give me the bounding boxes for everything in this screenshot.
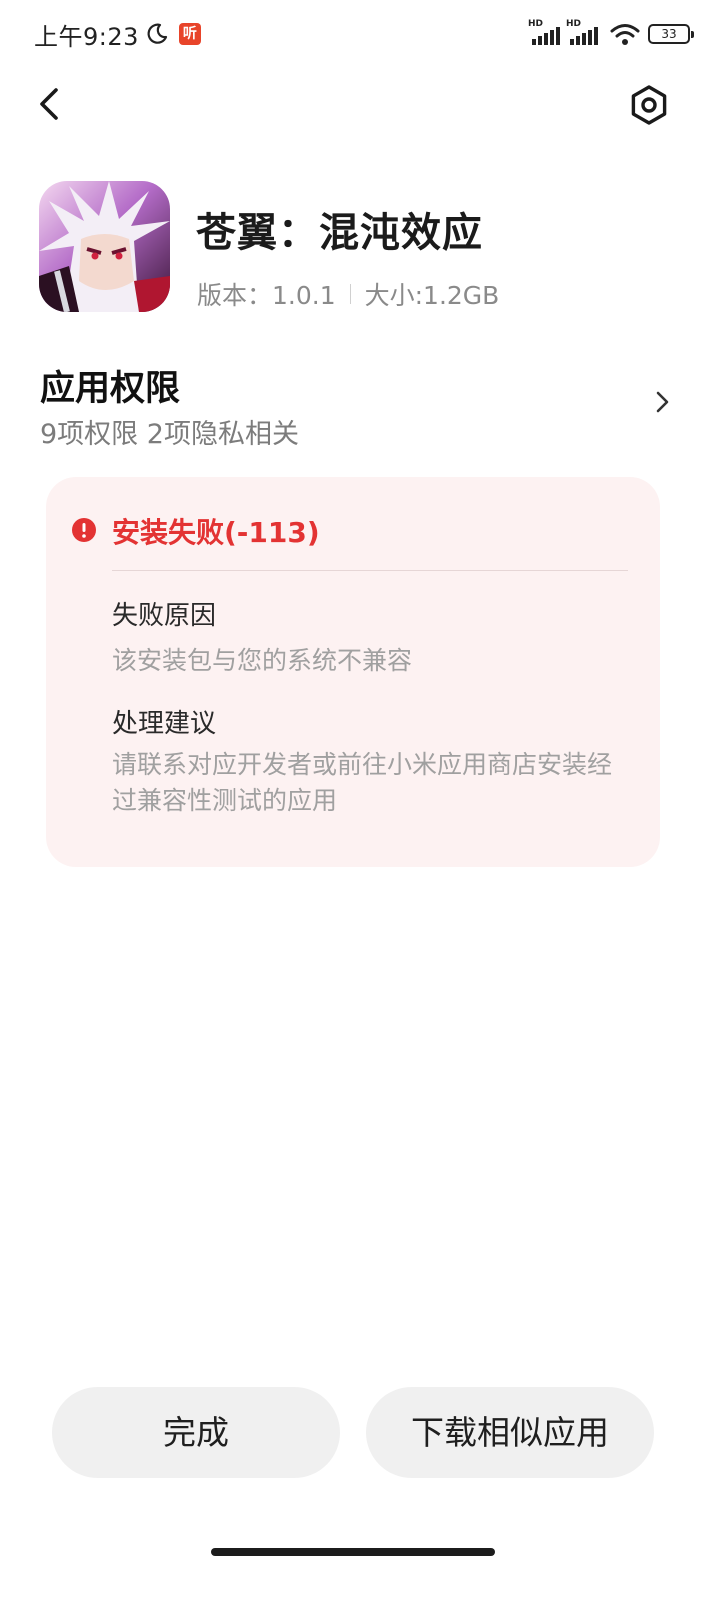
moon-icon xyxy=(147,23,168,44)
error-alert-icon xyxy=(72,518,96,542)
app-version: 版本：1.0.1 xyxy=(197,281,336,310)
status-time: 上午9:23 xyxy=(34,22,139,51)
failure-reason-text: 该安装包与您的系统不兼容 xyxy=(112,646,413,675)
wifi-icon xyxy=(610,24,640,45)
failure-reason-label: 失败原因 xyxy=(112,601,217,631)
error-title: 安装失败(-113) xyxy=(112,516,320,549)
error-card: 安装失败(-113) 失败原因 该安装包与您的系统不兼容 处理建议 请联系对应开… xyxy=(46,477,660,867)
advice-text: 请联系对应开发者或前往小米应用商店安装经过兼容性测试的应用 xyxy=(112,750,613,815)
download-similar-button[interactable]: 下载相似应用 xyxy=(366,1387,654,1478)
card-divider xyxy=(112,570,628,571)
app-icon xyxy=(39,181,170,312)
back-arrow-icon[interactable] xyxy=(30,82,74,126)
app-size: 大小:1.2GB xyxy=(364,281,500,310)
permissions-title: 应用权限 xyxy=(40,369,181,409)
app-meta: 版本：1.0.1 大小:1.2GB xyxy=(197,276,499,312)
signal-icon: HD xyxy=(528,19,562,47)
status-bar: 上午9:23 听 HD HD 33 xyxy=(0,0,720,68)
advice-label: 处理建议 xyxy=(112,709,217,739)
chevron-right-icon[interactable] xyxy=(650,388,674,416)
done-button[interactable]: 完成 xyxy=(52,1387,340,1478)
status-left: 上午9:23 听 xyxy=(34,18,201,51)
meta-divider xyxy=(349,284,351,304)
listen-app-badge: 听 xyxy=(178,23,201,45)
permissions-summary: 9项权限 2项隐私相关 xyxy=(40,419,299,450)
status-right: HD HD 33 xyxy=(528,18,694,50)
app-name: 苍翼：混沌效应 xyxy=(196,210,483,256)
settings-icon[interactable] xyxy=(626,82,672,128)
home-indicator[interactable] xyxy=(211,1548,495,1556)
battery-icon: 33 xyxy=(648,24,694,44)
signal-icon: HD xyxy=(566,19,600,47)
